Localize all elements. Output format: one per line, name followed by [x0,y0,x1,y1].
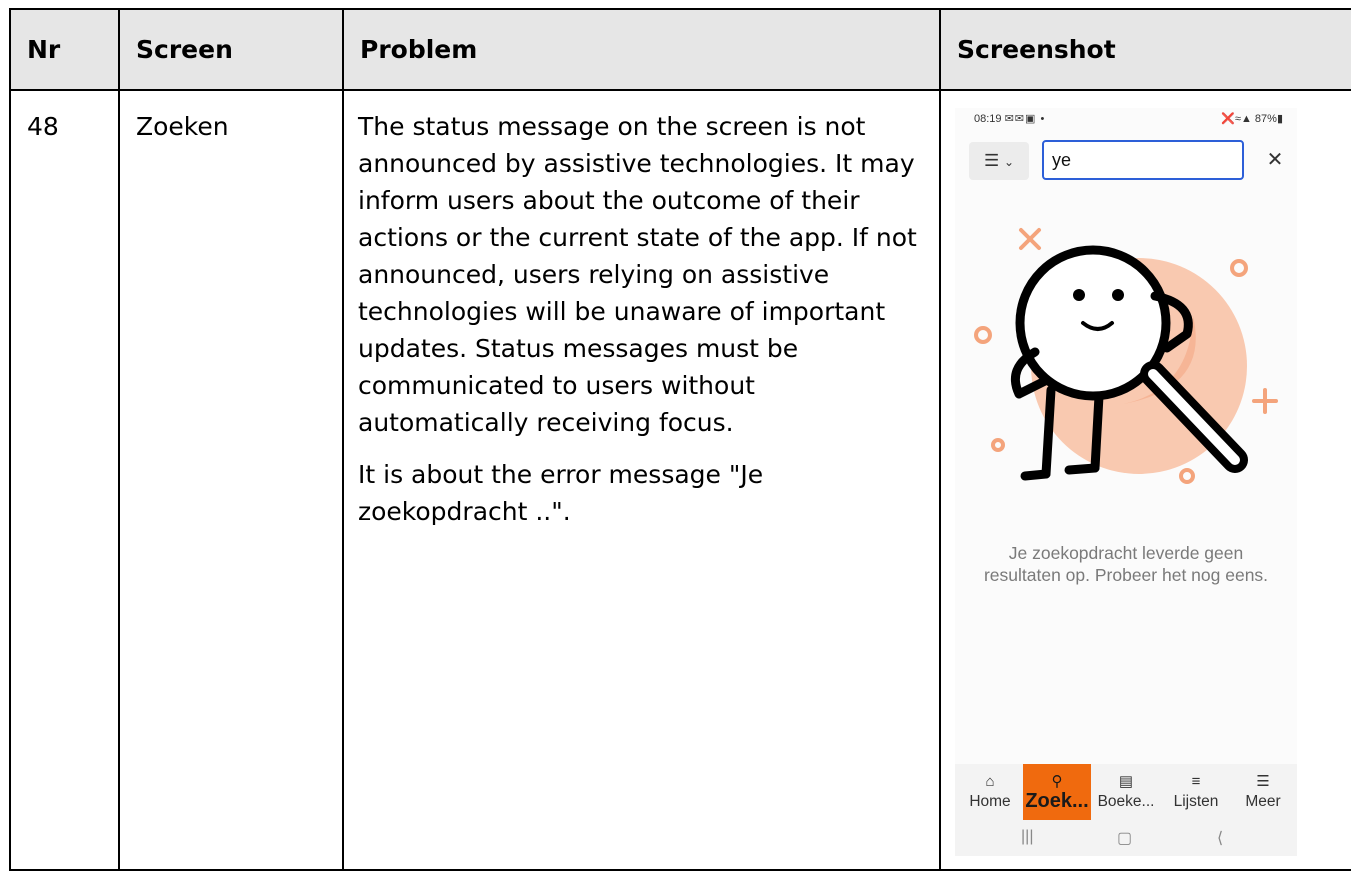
recent-apps-icon[interactable]: ||| [1021,828,1033,846]
home-circle-icon[interactable]: ▢ [1117,828,1132,848]
nav-search[interactable]: ⚲ Zoek... [1023,764,1091,820]
header-screen: Screen [118,8,344,91]
view-menu-button[interactable]: ☰ ⌄ [969,142,1029,180]
list-menu-icon: ☰ [983,151,1000,170]
nav-more-label: Meer [1245,793,1281,810]
nav-books-label: Boeke... [1097,793,1155,810]
right-leg [1090,391,1104,473]
nav-search-label: Zoek... [1025,790,1089,812]
problem-description: The status message on the screen is not … [358,112,917,437]
issue-number: 48 [27,112,59,141]
chevron-down-icon: ⌄ [1003,155,1015,169]
status-bar: 08:19 ✉✉▣ • ❌≈▲ 87%▮ [955,108,1297,130]
header-screenshot-label: Screenshot [957,35,1116,64]
search-icon: ⚲ [1051,773,1063,790]
cell-nr: 48 [9,89,120,871]
right-eye [1112,289,1124,301]
nav-home[interactable]: ⌂ Home [957,764,1023,820]
left-foot [1020,469,1051,481]
status-right: ❌≈▲ 87%▮ [1221,112,1283,125]
hamburger-icon: ☰ [1256,773,1270,790]
search-field[interactable] [1042,140,1244,180]
close-icon: ✕ [1266,149,1284,171]
battery-level: 87% [1254,113,1277,125]
nav-lists-label: Lijsten [1173,793,1219,810]
left-leg [1041,385,1056,479]
header-nr: Nr [9,8,120,91]
notification-icons: ✉✉▣ • [1004,113,1046,125]
problem-note: It is about the error message "Je zoekop… [358,460,764,526]
back-icon[interactable]: ⟨ [1217,828,1223,848]
header-row: Nr Screen Problem Screenshot [9,8,1351,91]
header-problem-label: Problem [360,35,478,64]
bottom-navigation: ⌂ Home ⚲ Zoek... ▤ Boeke... ≡ Lijsten ☰ … [955,764,1297,820]
header-nr-label: Nr [27,35,61,64]
empty-state-illustration [974,228,1278,484]
no-results-message: Je zoekopdracht leverde geen resultaten … [983,543,1269,585]
battery-icon: ▮ [1276,113,1283,125]
book-icon: ▤ [1118,773,1134,790]
screen-name: Zoeken [136,112,229,141]
nav-home-label: Home [969,793,1011,810]
list-heart-icon: ≡ [1191,773,1201,790]
cell-screen: Zoeken [118,89,344,871]
nav-lists[interactable]: ≡ Lijsten [1161,764,1231,820]
header-problem: Problem [342,8,941,91]
signal-icons: ❌≈▲ [1221,113,1252,125]
ring-decor-bottom [1179,468,1195,484]
header-screen-label: Screen [136,35,233,64]
ring-decor [1230,259,1248,277]
clear-search-button[interactable]: ✕ [1255,140,1295,180]
phone-screenshot: 08:19 ✉✉▣ • ❌≈▲ 87%▮ ☰ ⌄ ✕ [955,108,1297,856]
cell-problem: The status message on the screen is not … [342,89,941,871]
status-time: 08:19 ✉✉▣ • [974,112,1045,125]
ring-decor-left [974,326,992,344]
ring-decor-small [991,438,1005,452]
search-input[interactable] [1052,142,1232,178]
left-eye [1073,289,1085,301]
right-foot [1064,463,1100,475]
header-screenshot: Screenshot [939,8,1351,91]
nav-more[interactable]: ☰ Meer [1231,764,1295,820]
status-time-text: 08:19 [974,113,1002,125]
nav-books[interactable]: ▤ Boeke... [1091,764,1161,820]
home-icon: ⌂ [985,773,995,790]
system-navigation-bar: ||| ▢ ⟨ [955,820,1297,856]
